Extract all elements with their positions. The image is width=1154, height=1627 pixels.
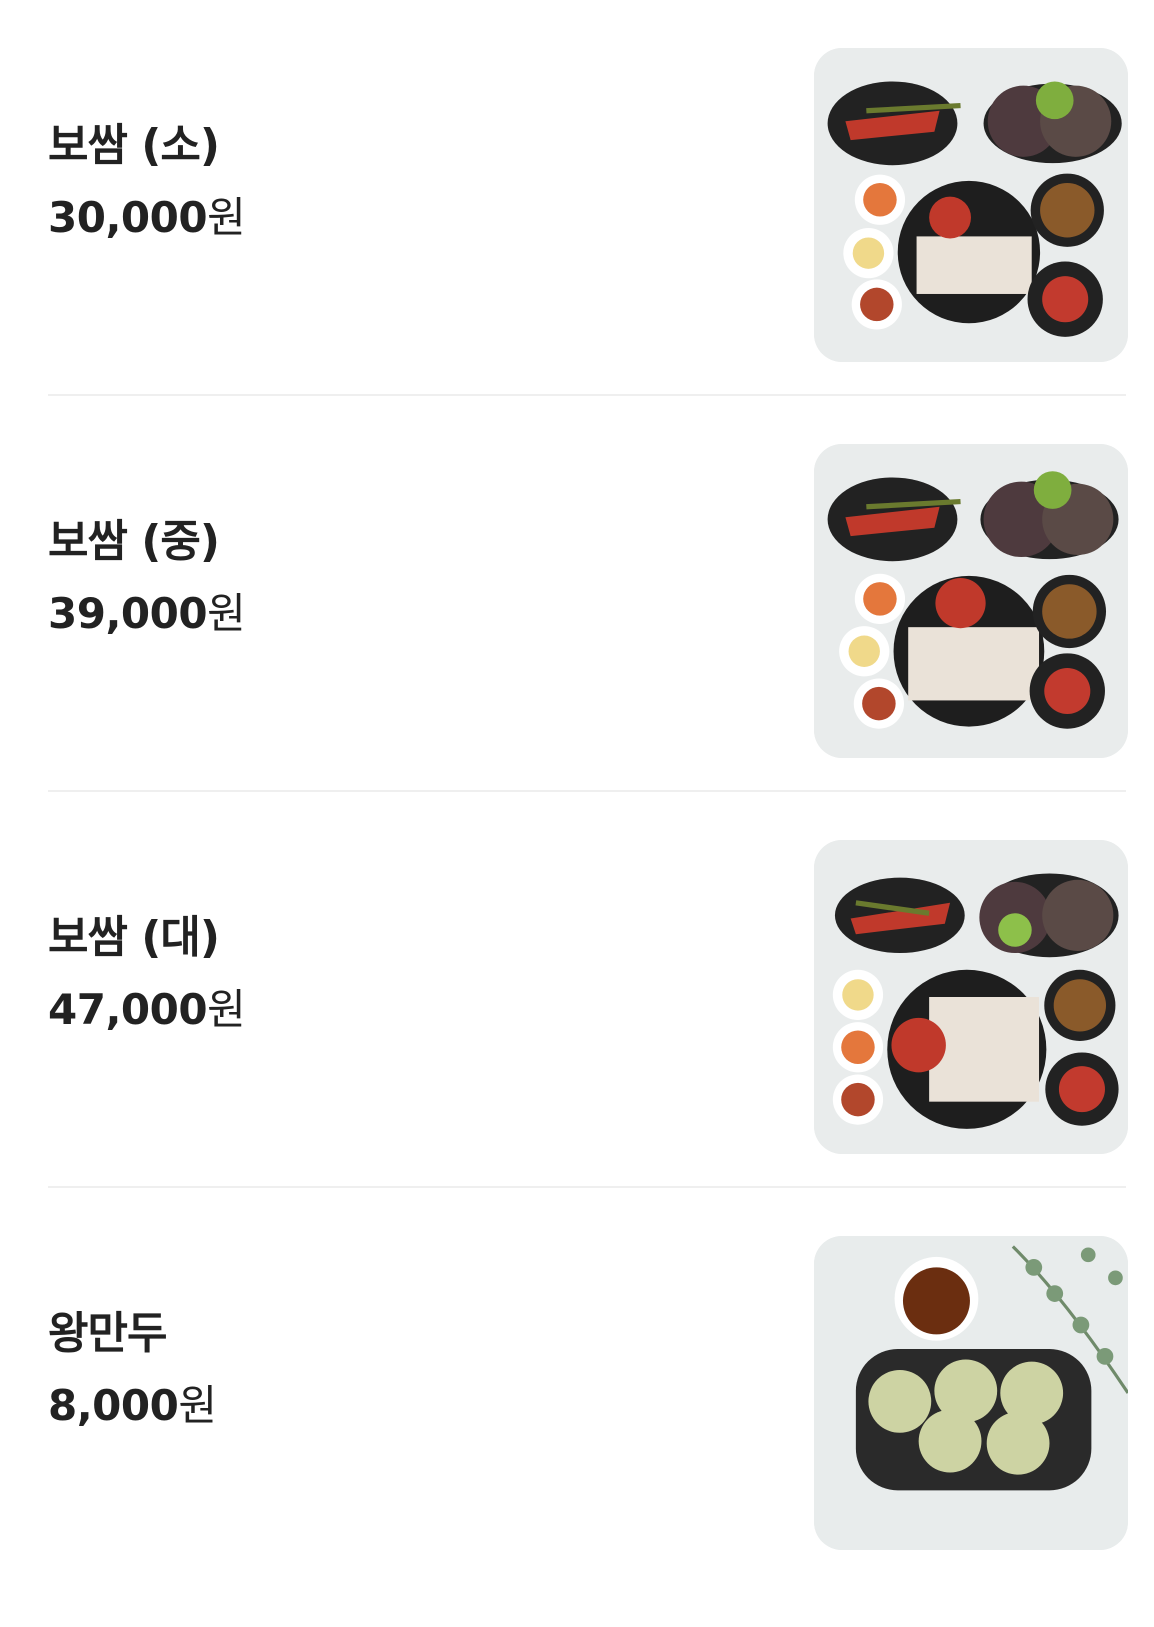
menu-item-text: 왕만두 8,000원 <box>48 1188 217 1503</box>
menu-item-price: 8,000원 <box>48 1377 217 1435</box>
menu-item-name: 보쌈 (중) <box>48 515 220 567</box>
menu-item[interactable]: 보쌈 (중) 39,000원 <box>48 396 1128 808</box>
menu-list: 보쌈 (소) 30,000원 보쌈 (중) 39,000원 보쌈 (대) 47,… <box>0 0 1154 1627</box>
menu-item[interactable]: 왕만두 8,000원 <box>48 1188 1128 1600</box>
dumpling-photo <box>814 1236 1128 1550</box>
price-amount: 30,000 <box>48 192 208 242</box>
bossam-small-photo <box>814 48 1128 362</box>
price-currency: 원 <box>207 192 246 242</box>
menu-item-name: 보쌈 (소) <box>48 119 220 171</box>
menu-item-text: 보쌈 (대) 47,000원 <box>48 792 246 1107</box>
bossam-medium-photo <box>814 444 1128 758</box>
menu-item[interactable]: 보쌈 (대) 47,000원 <box>48 792 1128 1204</box>
bossam-large-photo <box>814 840 1128 1154</box>
menu-item-text: 보쌈 (소) 30,000원 <box>48 0 246 315</box>
price-amount: 39,000 <box>48 588 208 638</box>
menu-item-text: 보쌈 (중) 39,000원 <box>48 396 246 711</box>
price-amount: 47,000 <box>48 984 208 1034</box>
menu-item[interactable]: 보쌈 (소) 30,000원 <box>48 0 1128 412</box>
price-currency: 원 <box>207 588 246 638</box>
price-amount: 8,000 <box>48 1380 179 1430</box>
menu-item-price: 39,000원 <box>48 585 246 643</box>
price-currency: 원 <box>178 1380 217 1430</box>
price-currency: 원 <box>207 984 246 1034</box>
menu-item-name: 왕만두 <box>48 1307 167 1359</box>
menu-item-price: 30,000원 <box>48 189 246 247</box>
menu-item-name: 보쌈 (대) <box>48 911 220 963</box>
menu-item-price: 47,000원 <box>48 981 246 1039</box>
